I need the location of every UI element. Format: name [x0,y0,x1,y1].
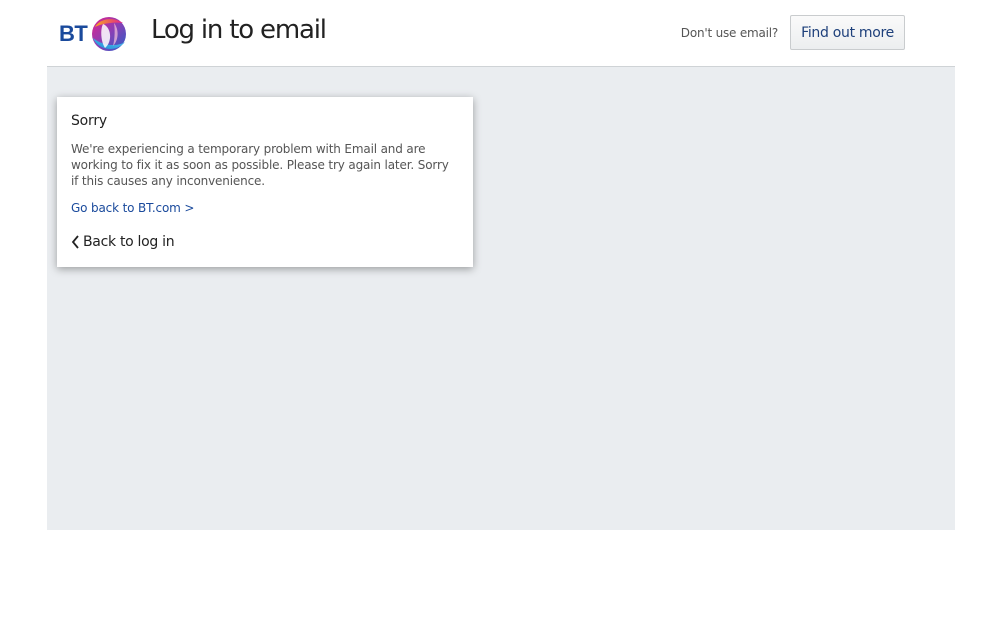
bt-logo[interactable]: BT [59,14,129,54]
main-content: Sorry We're experiencing a temporary pro… [47,67,955,530]
dont-use-email-text: Don't use email? [680,25,779,40]
page: BT Log in to email Don't use email? Find… [0,0,999,632]
go-back-bt-link[interactable]: Go back to BT.com > [71,201,194,215]
bt-logo-text: BT [59,21,88,46]
header: BT Log in to email Don't use email? Find… [47,0,955,67]
chevron-left-icon [71,235,79,249]
error-card: Sorry We're experiencing a temporary pro… [57,97,473,267]
error-message: We're experiencing a temporary problem w… [71,142,449,188]
header-right: Don't use email? Find out more [681,15,905,50]
back-to-login-link[interactable]: Back to log in [71,234,459,250]
find-out-more-button[interactable]: Find out more [790,15,905,50]
page-title: Log in to email [151,15,327,45]
back-to-login-label: Back to log in [83,234,175,250]
error-title: Sorry [71,113,108,129]
bt-globe-icon [92,17,127,51]
